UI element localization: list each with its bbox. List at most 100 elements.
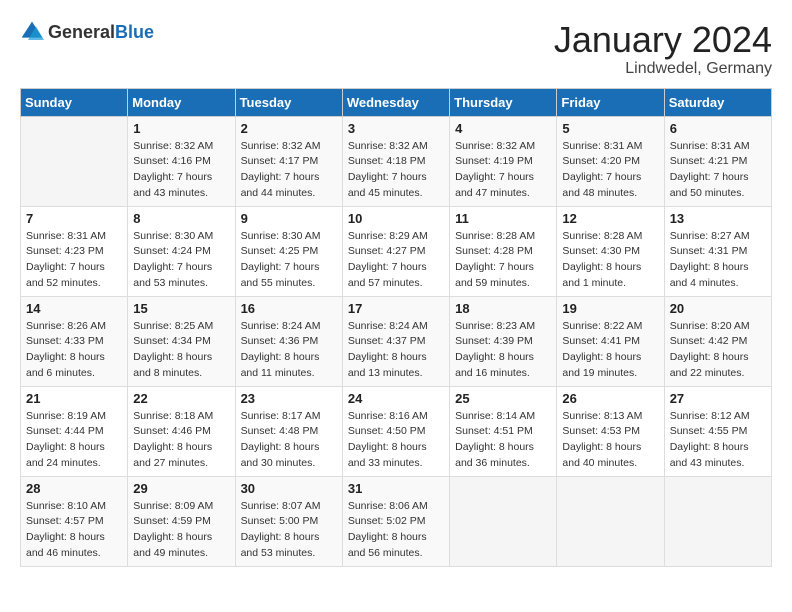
day-detail: Sunrise: 8:29 AM Sunset: 4:27 PM Dayligh… bbox=[348, 229, 444, 292]
day-number: 4 bbox=[455, 121, 551, 136]
calendar-cell: 28 Sunrise: 8:10 AM Sunset: 4:57 PM Dayli… bbox=[21, 476, 128, 566]
day-number: 15 bbox=[133, 301, 229, 316]
calendar-cell: 21Sunrise: 8:19 AM Sunset: 4:44 PM Dayli… bbox=[21, 386, 128, 476]
day-detail: Sunrise: 8:24 AM Sunset: 4:37 PM Dayligh… bbox=[348, 319, 444, 382]
calendar-cell: 19Sunrise: 8:22 AM Sunset: 4:41 PM Dayli… bbox=[557, 296, 664, 386]
calendar-cell: 4 Sunrise: 8:32 AM Sunset: 4:19 PM Daylig… bbox=[450, 116, 557, 206]
day-detail: Sunrise: 8:14 AM Sunset: 4:51 PM Dayligh… bbox=[455, 409, 551, 472]
calendar-cell: 10 Sunrise: 8:29 AM Sunset: 4:27 PM Dayli… bbox=[342, 206, 449, 296]
calendar-cell: 23 Sunrise: 8:17 AM Sunset: 4:48 PM Dayli… bbox=[235, 386, 342, 476]
day-number: 22 bbox=[133, 391, 229, 406]
calendar-cell: 31 Sunrise: 8:06 AM Sunset: 5:02 PM Dayli… bbox=[342, 476, 449, 566]
day-detail: Sunrise: 8:18 AM Sunset: 4:46 PM Dayligh… bbox=[133, 409, 229, 472]
day-number: 19 bbox=[562, 301, 658, 316]
day-number: 14 bbox=[26, 301, 122, 316]
header-day: Monday bbox=[128, 88, 235, 116]
calendar-cell: 15 Sunrise: 8:25 AM Sunset: 4:34 PM Dayli… bbox=[128, 296, 235, 386]
day-detail: Sunrise: 8:25 AM Sunset: 4:34 PM Dayligh… bbox=[133, 319, 229, 382]
calendar-cell: 7 Sunrise: 8:31 AM Sunset: 4:23 PM Daylig… bbox=[21, 206, 128, 296]
day-detail: Sunrise: 8:06 AM Sunset: 5:02 PM Dayligh… bbox=[348, 499, 444, 562]
calendar-cell: 18 Sunrise: 8:23 AM Sunset: 4:39 PM Dayli… bbox=[450, 296, 557, 386]
day-detail: Sunrise: 8:32 AM Sunset: 4:19 PM Dayligh… bbox=[455, 139, 551, 202]
calendar-week-row: 28 Sunrise: 8:10 AM Sunset: 4:57 PM Dayli… bbox=[21, 476, 772, 566]
calendar-cell bbox=[450, 476, 557, 566]
header-day: Tuesday bbox=[235, 88, 342, 116]
calendar-cell: 12 Sunrise: 8:28 AM Sunset: 4:30 PM Dayli… bbox=[557, 206, 664, 296]
day-detail: Sunrise: 8:24 AM Sunset: 4:36 PM Dayligh… bbox=[241, 319, 337, 382]
day-number: 17 bbox=[348, 301, 444, 316]
day-number: 6 bbox=[670, 121, 766, 136]
calendar-header: SundayMondayTuesdayWednesdayThursdayFrid… bbox=[21, 88, 772, 116]
calendar-cell: 26 Sunrise: 8:13 AM Sunset: 4:53 PM Dayli… bbox=[557, 386, 664, 476]
day-number: 5 bbox=[562, 121, 658, 136]
title-block: January 2024 Lindwedel, Germany bbox=[554, 20, 772, 78]
day-detail: Sunrise: 8:28 AM Sunset: 4:30 PM Dayligh… bbox=[562, 229, 658, 292]
day-number: 3 bbox=[348, 121, 444, 136]
calendar-week-row: 21Sunrise: 8:19 AM Sunset: 4:44 PM Dayli… bbox=[21, 386, 772, 476]
month-title: January 2024 bbox=[554, 20, 772, 60]
header-day: Sunday bbox=[21, 88, 128, 116]
day-detail: Sunrise: 8:13 AM Sunset: 4:53 PM Dayligh… bbox=[562, 409, 658, 472]
day-detail: Sunrise: 8:16 AM Sunset: 4:50 PM Dayligh… bbox=[348, 409, 444, 472]
day-detail: Sunrise: 8:12 AM Sunset: 4:55 PM Dayligh… bbox=[670, 409, 766, 472]
day-detail: Sunrise: 8:27 AM Sunset: 4:31 PM Dayligh… bbox=[670, 229, 766, 292]
day-detail: Sunrise: 8:23 AM Sunset: 4:39 PM Dayligh… bbox=[455, 319, 551, 382]
day-detail: Sunrise: 8:09 AM Sunset: 4:59 PM Dayligh… bbox=[133, 499, 229, 562]
day-number: 23 bbox=[241, 391, 337, 406]
day-number: 27 bbox=[670, 391, 766, 406]
day-number: 28 bbox=[26, 481, 122, 496]
header-row: SundayMondayTuesdayWednesdayThursdayFrid… bbox=[21, 88, 772, 116]
day-detail: Sunrise: 8:32 AM Sunset: 4:17 PM Dayligh… bbox=[241, 139, 337, 202]
calendar-cell: 5 Sunrise: 8:31 AM Sunset: 4:20 PM Daylig… bbox=[557, 116, 664, 206]
day-number: 29 bbox=[133, 481, 229, 496]
day-number: 26 bbox=[562, 391, 658, 406]
day-detail: Sunrise: 8:10 AM Sunset: 4:57 PM Dayligh… bbox=[26, 499, 122, 562]
day-number: 18 bbox=[455, 301, 551, 316]
day-detail: Sunrise: 8:31 AM Sunset: 4:20 PM Dayligh… bbox=[562, 139, 658, 202]
calendar-cell: 13 Sunrise: 8:27 AM Sunset: 4:31 PM Dayli… bbox=[664, 206, 771, 296]
logo: GeneralBlue bbox=[20, 20, 154, 44]
logo-general: General bbox=[48, 22, 115, 42]
header-day: Friday bbox=[557, 88, 664, 116]
day-detail: Sunrise: 8:30 AM Sunset: 4:25 PM Dayligh… bbox=[241, 229, 337, 292]
calendar-cell: 20Sunrise: 8:20 AM Sunset: 4:42 PM Dayli… bbox=[664, 296, 771, 386]
day-detail: Sunrise: 8:17 AM Sunset: 4:48 PM Dayligh… bbox=[241, 409, 337, 472]
logo-blue: Blue bbox=[115, 22, 154, 42]
calendar-cell: 3 Sunrise: 8:32 AM Sunset: 4:18 PM Daylig… bbox=[342, 116, 449, 206]
calendar-week-row: 7 Sunrise: 8:31 AM Sunset: 4:23 PM Daylig… bbox=[21, 206, 772, 296]
calendar-cell: 22 Sunrise: 8:18 AM Sunset: 4:46 PM Dayli… bbox=[128, 386, 235, 476]
calendar-cell: 29 Sunrise: 8:09 AM Sunset: 4:59 PM Dayli… bbox=[128, 476, 235, 566]
calendar-cell: 11 Sunrise: 8:28 AM Sunset: 4:28 PM Dayli… bbox=[450, 206, 557, 296]
calendar-cell: 1Sunrise: 8:32 AM Sunset: 4:16 PM Daylig… bbox=[128, 116, 235, 206]
logo-icon bbox=[20, 20, 44, 44]
day-number: 13 bbox=[670, 211, 766, 226]
day-number: 11 bbox=[455, 211, 551, 226]
calendar-week-row: 1Sunrise: 8:32 AM Sunset: 4:16 PM Daylig… bbox=[21, 116, 772, 206]
day-detail: Sunrise: 8:19 AM Sunset: 4:44 PM Dayligh… bbox=[26, 409, 122, 472]
day-number: 24 bbox=[348, 391, 444, 406]
calendar-cell bbox=[21, 116, 128, 206]
calendar-cell: 8Sunrise: 8:30 AM Sunset: 4:24 PM Daylig… bbox=[128, 206, 235, 296]
calendar-week-row: 14 Sunrise: 8:26 AM Sunset: 4:33 PM Dayli… bbox=[21, 296, 772, 386]
calendar-cell bbox=[664, 476, 771, 566]
day-number: 25 bbox=[455, 391, 551, 406]
calendar-cell: 27 Sunrise: 8:12 AM Sunset: 4:55 PM Dayli… bbox=[664, 386, 771, 476]
calendar-cell: 17 Sunrise: 8:24 AM Sunset: 4:37 PM Dayli… bbox=[342, 296, 449, 386]
day-detail: Sunrise: 8:07 AM Sunset: 5:00 PM Dayligh… bbox=[241, 499, 337, 562]
calendar-cell: 14 Sunrise: 8:26 AM Sunset: 4:33 PM Dayli… bbox=[21, 296, 128, 386]
calendar-cell: 6Sunrise: 8:31 AM Sunset: 4:21 PM Daylig… bbox=[664, 116, 771, 206]
day-detail: Sunrise: 8:31 AM Sunset: 4:23 PM Dayligh… bbox=[26, 229, 122, 292]
day-number: 16 bbox=[241, 301, 337, 316]
day-number: 10 bbox=[348, 211, 444, 226]
header-day: Thursday bbox=[450, 88, 557, 116]
day-detail: Sunrise: 8:26 AM Sunset: 4:33 PM Dayligh… bbox=[26, 319, 122, 382]
day-number: 7 bbox=[26, 211, 122, 226]
day-number: 30 bbox=[241, 481, 337, 496]
calendar-cell: 25 Sunrise: 8:14 AM Sunset: 4:51 PM Dayli… bbox=[450, 386, 557, 476]
day-number: 8 bbox=[133, 211, 229, 226]
day-number: 1 bbox=[133, 121, 229, 136]
day-number: 31 bbox=[348, 481, 444, 496]
day-detail: Sunrise: 8:32 AM Sunset: 4:18 PM Dayligh… bbox=[348, 139, 444, 202]
day-detail: Sunrise: 8:28 AM Sunset: 4:28 PM Dayligh… bbox=[455, 229, 551, 292]
day-number: 12 bbox=[562, 211, 658, 226]
